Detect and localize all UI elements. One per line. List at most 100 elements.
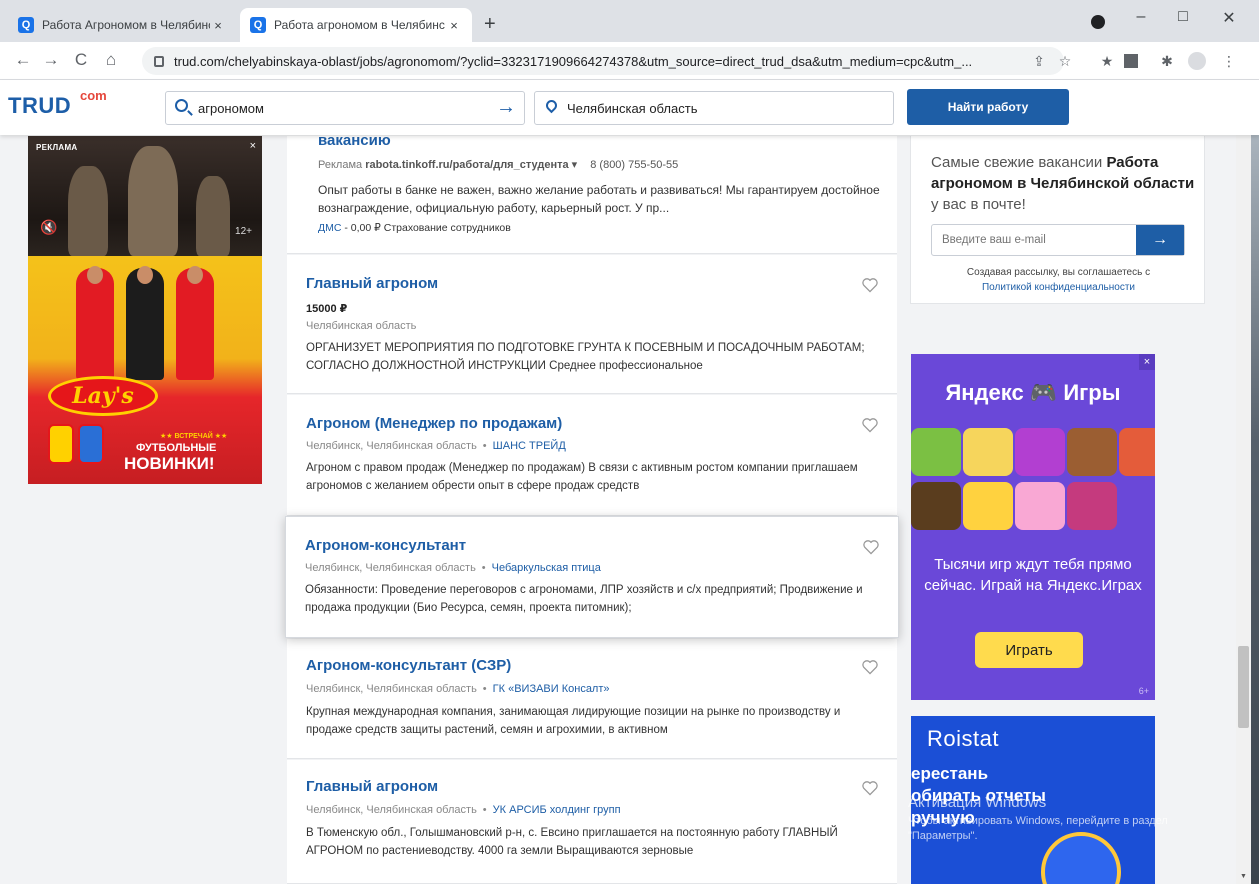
reload-icon[interactable]: C [70,50,92,70]
ad-meta-prefix: Реклама [318,159,363,171]
player-figure [126,266,164,380]
job-card[interactable]: Агроном (Менеджер по продажам) Челябинск… [287,395,897,516]
job-location-text: Челябинск, Челябинская область [306,804,477,816]
address-bar[interactable]: trud.com/chelyabinskaya-oblast/jobs/agro… [142,47,1064,75]
extension-star-icon[interactable]: ★ [1098,52,1116,70]
game-tile-icon[interactable] [1119,428,1155,476]
find-job-button[interactable]: Найти работу [907,89,1069,125]
game-tile-icon[interactable] [911,482,961,530]
job-title[interactable]: Главный агроном [306,275,438,292]
maximize-icon[interactable]: □ [1168,8,1198,26]
job-description: В Тюменскую обл., Голышмановский р-н, с.… [306,827,838,857]
separator-dot: • [482,440,487,452]
subscription-text-prefix: Самые свежие вакансии [931,154,1107,171]
tab-close-icon[interactable]: × [446,18,462,33]
search-submit-arrow-icon[interactable]: → [496,96,516,119]
window-close-icon[interactable]: ✕ [1214,8,1244,28]
job-company[interactable]: Чебаркульская птица [492,562,601,574]
email-field[interactable] [932,225,1136,255]
browser-menu-icon[interactable]: ⋮ [1220,52,1238,70]
browser-tab-1[interactable]: Q Работа Агрономом в Челябинс × [8,8,236,42]
browser-tab-2-active[interactable]: Q Работа агрономом в Челябинс × [240,8,472,42]
browser-tabstrip: Q Работа Агрономом в Челябинс × Q Работа… [0,0,1259,42]
favorite-heart-icon[interactable] [861,277,879,293]
game-tile-icon[interactable] [963,482,1013,530]
chips-bag-image [48,424,74,464]
separator-dot: • [481,562,486,574]
ad-phone[interactable]: 8 (800) 755-50-55 [590,159,678,171]
back-icon[interactable]: ← [12,50,34,70]
game-tile-icon[interactable] [963,428,1013,476]
job-card[interactable]: Главный агроном Челябинск, Челябинская о… [287,760,897,884]
subscription-text: Самые свежие вакансии Работа агрономом в… [931,152,1196,215]
privacy-policy-link[interactable]: Политикой конфиденциальности [911,282,1206,293]
account-icon[interactable] [1188,52,1206,70]
search-value: агрономом [198,100,264,116]
game-tiles [911,428,1155,536]
ad-domain[interactable]: rabota.tinkoff.ru/работа/для_студента ▾ [365,159,577,171]
game-tile-icon[interactable] [1067,482,1117,530]
search-input[interactable]: агрономом → [165,91,525,125]
extensions-puzzle-icon[interactable]: ✱ [1158,52,1176,70]
yandex-games-title: Яндекс 🎮 Игры [945,380,1121,405]
trud-logo[interactable]: TRUD [8,93,71,119]
ad-link-insurance[interactable]: 0,00 ₽ Страхование сотрудников [351,222,511,234]
desktop-edge [1251,80,1259,884]
job-location: Челябинск, Челябинская область • ШАНС ТРЕЙ… [306,440,566,452]
favorite-heart-icon[interactable] [861,659,879,675]
page-scrollbar[interactable]: ▲ ▼ [1236,80,1251,884]
job-title[interactable]: Агроном-консультант (СЗР) [306,657,511,674]
ad-link-dms[interactable]: ДМС [318,222,341,234]
browser-toolbar: ← → C ⌂ trud.com/chelyabinskaya-oblast/j… [0,42,1259,80]
promo-small-text: ★★ ВСТРЕЧАЙ ★★ [160,433,228,440]
favorite-heart-icon[interactable] [861,417,879,433]
region-value: Челябинская область [567,100,698,116]
yandex-games-subtitle: Тысячи игр ждут тебя прямо сейчас. Играй… [924,556,1142,594]
subscription-text-suffix: у вас в почте! [931,196,1026,213]
share-icon[interactable]: ⇪ [1030,52,1048,70]
job-title[interactable]: Агроном (Менеджер по продажам) [306,415,562,432]
profile-icon[interactable] [1091,15,1105,29]
game-tile-icon[interactable] [1015,428,1065,476]
game-tile-icon[interactable] [911,428,961,476]
job-card[interactable]: Агроном-консультант (СЗР) Челябинск, Чел… [287,639,897,759]
job-location-text: Челябинск, Челябинская область [306,440,477,452]
home-icon[interactable]: ⌂ [100,50,122,70]
tab-close-icon[interactable]: × [210,18,226,33]
region-input[interactable]: Челябинская область [534,91,894,125]
job-company[interactable]: УК АРСИБ холдинг групп [493,804,621,816]
favorite-heart-icon[interactable] [862,539,880,555]
job-card-hovered[interactable]: Агроном-консультант Челябинск, Челябинск… [285,516,899,638]
job-company[interactable]: ГК «ВИЗАВИ Консалт» [493,683,610,695]
ad-close-icon[interactable]: × [1139,354,1155,370]
ad-promo-image[interactable]: Lay's ★★ ВСТРЕЧАЙ ★★ ФУТБОЛЬНЫЕ НОВИНКИ! [28,256,262,484]
location-pin-icon [543,97,560,114]
job-description: Обязанности: Проведение переговоров с аг… [305,584,863,614]
tab-title: Работа агрономом в Челябинс [274,18,445,32]
left-banner-ad[interactable]: РЕКЛАМА × 🔇 12+ Lay's ★★ ВСТРЕЧАЙ ★★ ФУТ… [28,136,262,484]
game-tile-icon[interactable] [1015,482,1065,530]
favorite-heart-icon[interactable] [861,780,879,796]
job-salary: 15000 ₽ [306,303,348,315]
extension-square-icon[interactable] [1124,54,1138,68]
minimize-icon[interactable]: – [1126,8,1156,26]
job-company[interactable]: ШАНС ТРЕЙД [493,440,566,452]
game-tile-icon[interactable] [1067,428,1117,476]
new-tab-icon[interactable]: + [484,14,496,34]
ad-video[interactable]: РЕКЛАМА × 🔇 12+ [28,136,262,256]
bookmark-star-icon[interactable]: ☆ [1056,52,1074,70]
scroll-thumb[interactable] [1238,646,1249,728]
subscribe-button[interactable]: → [1136,225,1184,255]
ad-close-icon[interactable]: × [250,140,256,152]
job-card[interactable]: Главный агроном 15000 ₽ Челябинская обла… [287,255,897,394]
job-title[interactable]: Главный агроном [306,778,438,795]
forward-icon[interactable]: → [40,50,62,70]
ad-vacancy-card[interactable]: вакансию Реклама rabota.tinkoff.ru/работ… [287,132,897,254]
agreement-text: Создавая рассылку, вы соглашаетесь с [966,267,1151,278]
job-feed: вакансию Реклама rabota.tinkoff.ru/работ… [285,132,899,884]
play-button[interactable]: Играть [975,632,1083,668]
mute-icon[interactable]: 🔇 [40,219,57,236]
scroll-down-icon[interactable]: ▼ [1236,870,1251,884]
yandex-games-ad[interactable]: × Яндекс 🎮 Игры Тысячи игр ждут тебя пря… [911,354,1155,700]
job-title[interactable]: Агроном-консультант [305,537,466,554]
